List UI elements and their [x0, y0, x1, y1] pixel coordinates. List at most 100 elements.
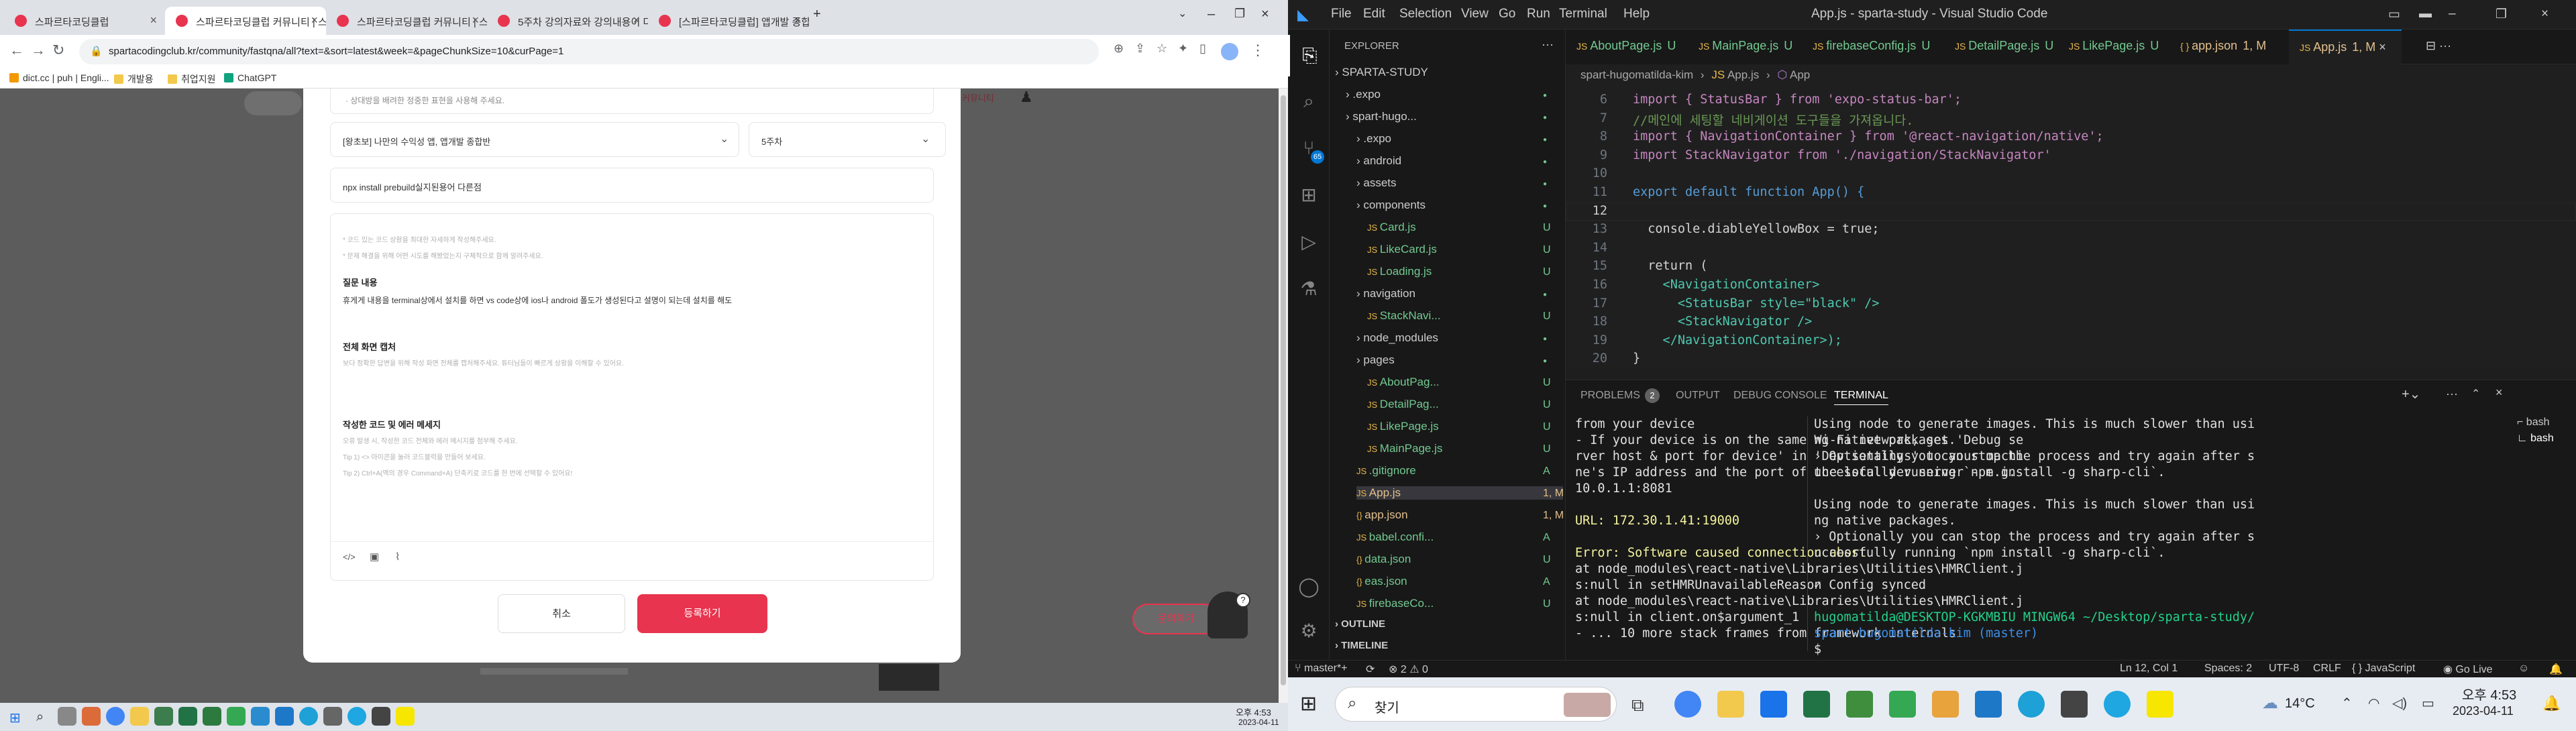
close-icon[interactable]: ×	[633, 13, 640, 27]
edge-icon[interactable]	[2018, 691, 2045, 718]
image-icon[interactable]: ▣	[370, 551, 379, 563]
bookmark-star-icon[interactable]: ☆	[1157, 42, 1167, 56]
title-input[interactable]: npx install prebuild실지된용어 다른점	[330, 168, 934, 203]
close-icon[interactable]: ×	[311, 13, 318, 27]
app-icon[interactable]	[1932, 691, 1959, 718]
editor-tab[interactable]: { } app.json 1, M	[2169, 30, 2289, 64]
address-bar[interactable]: 🔒 spartacodingclub.kr/community/fastqna/…	[79, 39, 1099, 64]
file-item[interactable]: JS Card.js	[1367, 221, 1416, 234]
line-ending[interactable]: CRLF	[2313, 663, 2341, 675]
close-icon[interactable]: ×	[150, 13, 157, 27]
file-item[interactable]: {} eas.json	[1356, 575, 1407, 588]
menu-view[interactable]: View	[1461, 7, 1489, 21]
taskbar-search[interactable]: ⌕ 찾기	[1335, 687, 1617, 722]
folder-item[interactable]: › pages	[1356, 353, 1395, 367]
browser-scrollbar[interactable]	[1279, 89, 1288, 703]
breadcrumb-item[interactable]: spart-hugomatilda-kim	[1580, 68, 1693, 81]
browser-tab[interactable]: [스파르타코딩클럽] 앱개발 종합반 ×	[648, 7, 809, 35]
run-debug-icon[interactable]: ▷	[1288, 221, 1330, 263]
close-icon[interactable]: ×	[2375, 40, 2386, 54]
volume-icon[interactable]: ◁)	[2392, 695, 2407, 712]
app-icon[interactable]	[203, 707, 221, 726]
windows-start-icon[interactable]: ⊞	[1300, 692, 1317, 716]
tab-debug-console[interactable]: DEBUG CONSOLE	[1733, 390, 1827, 402]
close-window-icon[interactable]: ×	[1261, 7, 1269, 22]
branch-indicator[interactable]: ⑂ master*+	[1295, 663, 1348, 675]
restore-icon[interactable]: ❐	[1234, 7, 1245, 21]
menu-file[interactable]: File	[1331, 7, 1352, 21]
menu-selection[interactable]: Selection	[1399, 7, 1452, 21]
folder-item[interactable]: › .expo	[1346, 88, 1381, 101]
tab-terminal[interactable]: TERMINAL	[1834, 390, 1888, 405]
app-icon[interactable]	[323, 707, 342, 726]
problems-indicator[interactable]: ⊗ 2 ⚠ 0	[1389, 663, 1428, 676]
file-item[interactable]: JS DetailPag...	[1367, 398, 1439, 411]
indentation[interactable]: Spaces: 2	[2204, 663, 2252, 675]
code-editor[interactable]: 6 import { StatusBar } from 'expo-status-…	[1566, 87, 2576, 369]
course-select[interactable]: [왕초보] 나만의 수익성 앱, 앱개발 종합반 ⌄	[330, 122, 739, 157]
folder-item[interactable]: › node_modules	[1356, 331, 1438, 345]
timeline-section[interactable]: › TIMELINE	[1335, 640, 1388, 651]
bookmark-item[interactable]: 취업지원	[168, 72, 216, 86]
maximize-panel-icon[interactable]: ⌃	[2471, 387, 2480, 400]
extensions-icon[interactable]: ✦	[1178, 42, 1188, 56]
file-item[interactable]: JS MainPage.js	[1367, 442, 1442, 455]
share-icon[interactable]: ⇪	[1135, 42, 1145, 56]
file-explorer-icon[interactable]	[130, 707, 149, 726]
app-icon[interactable]	[372, 707, 390, 726]
close-panel-icon[interactable]: ×	[2496, 386, 2503, 400]
attachment-icon[interactable]: ⌇	[395, 551, 400, 563]
file-item[interactable]: {} app.json	[1356, 508, 1408, 522]
taskview-icon[interactable]: ⧉	[1631, 695, 1644, 716]
go-live-button[interactable]: ◉ Go Live	[2443, 663, 2493, 676]
folder-item[interactable]: › android	[1356, 154, 1401, 168]
restore-icon[interactable]: ❐	[2496, 7, 2507, 22]
app-icon[interactable]	[82, 707, 101, 726]
app-icon[interactable]	[2061, 691, 2088, 718]
new-tab-icon[interactable]: +	[813, 7, 821, 22]
sidepanel-icon[interactable]: ▯	[1199, 42, 1206, 56]
content-editor[interactable]: * 코드 있는 코드 상황을 최대한 자세하게 작성해주세요. * 문제 해결을…	[330, 213, 934, 581]
editor-tab[interactable]: JS DetailPage.js U	[1944, 30, 2058, 64]
editor-tab[interactable]: JS MainPage.js U	[1688, 30, 1802, 64]
wifi-icon[interactable]: ◠	[2368, 695, 2379, 712]
cancel-button[interactable]: 취소	[498, 594, 625, 633]
word-icon[interactable]	[154, 707, 173, 726]
profile-avatar[interactable]	[1221, 43, 1238, 60]
file-item[interactable]: JS App.js	[1356, 486, 1563, 500]
browser-tab-active[interactable]: 스파르타코딩클럽 커뮤니티 | 스 ×	[165, 7, 326, 35]
file-item[interactable]: JS babel.confi...	[1356, 530, 1434, 544]
taskview-icon[interactable]	[58, 707, 76, 726]
app-icon[interactable]	[227, 707, 246, 726]
excel-icon[interactable]	[178, 707, 197, 726]
file-item[interactable]: JS .gitignore	[1356, 464, 1416, 477]
scrollbar-thumb[interactable]	[1281, 95, 1286, 685]
folder-item[interactable]: › navigation	[1356, 287, 1415, 300]
terminal-list-item[interactable]: ⌐ bash	[2517, 416, 2550, 429]
menu-help[interactable]: Help	[1623, 7, 1650, 21]
folder-item[interactable]: › assets	[1356, 176, 1397, 190]
app-icon[interactable]	[1846, 691, 1873, 718]
editor-tab-active[interactable]: JS App.js 1, M ×	[2289, 30, 2402, 64]
file-explorer-icon[interactable]	[1717, 691, 1744, 718]
bookmark-item[interactable]: ChatGPT	[224, 72, 276, 83]
breadcrumb-item[interactable]: App.js	[1727, 68, 1759, 81]
folder-item[interactable]: › .expo	[1356, 132, 1391, 146]
tab-output[interactable]: OUTPUT	[1676, 390, 1720, 402]
panel-more-icon[interactable]: ···	[2446, 387, 2458, 401]
vscode-icon[interactable]	[1975, 691, 2002, 718]
kakaotalk-icon[interactable]	[2147, 691, 2174, 718]
file-item[interactable]: JS StackNavi...	[1367, 309, 1441, 323]
breadcrumb-item[interactable]: App	[1790, 68, 1810, 81]
layout-icon[interactable]: ▭	[2388, 7, 2400, 22]
tab-problems[interactable]: PROBLEMS	[1580, 390, 1640, 402]
menu-terminal[interactable]: Terminal	[1559, 7, 1607, 21]
file-item[interactable]: JS AboutPag...	[1367, 376, 1440, 389]
encoding[interactable]: UTF-8	[2269, 663, 2299, 675]
new-terminal-icon[interactable]: +⌄	[2402, 386, 2420, 402]
close-window-icon[interactable]: ×	[2541, 7, 2548, 21]
file-item[interactable]: JS Loading.js	[1367, 265, 1432, 278]
inquiry-button[interactable]: 문의하기	[1132, 604, 1220, 634]
menu-kebab-icon[interactable]: ⋮	[1250, 42, 1265, 59]
menu-edit[interactable]: Edit	[1363, 7, 1385, 21]
